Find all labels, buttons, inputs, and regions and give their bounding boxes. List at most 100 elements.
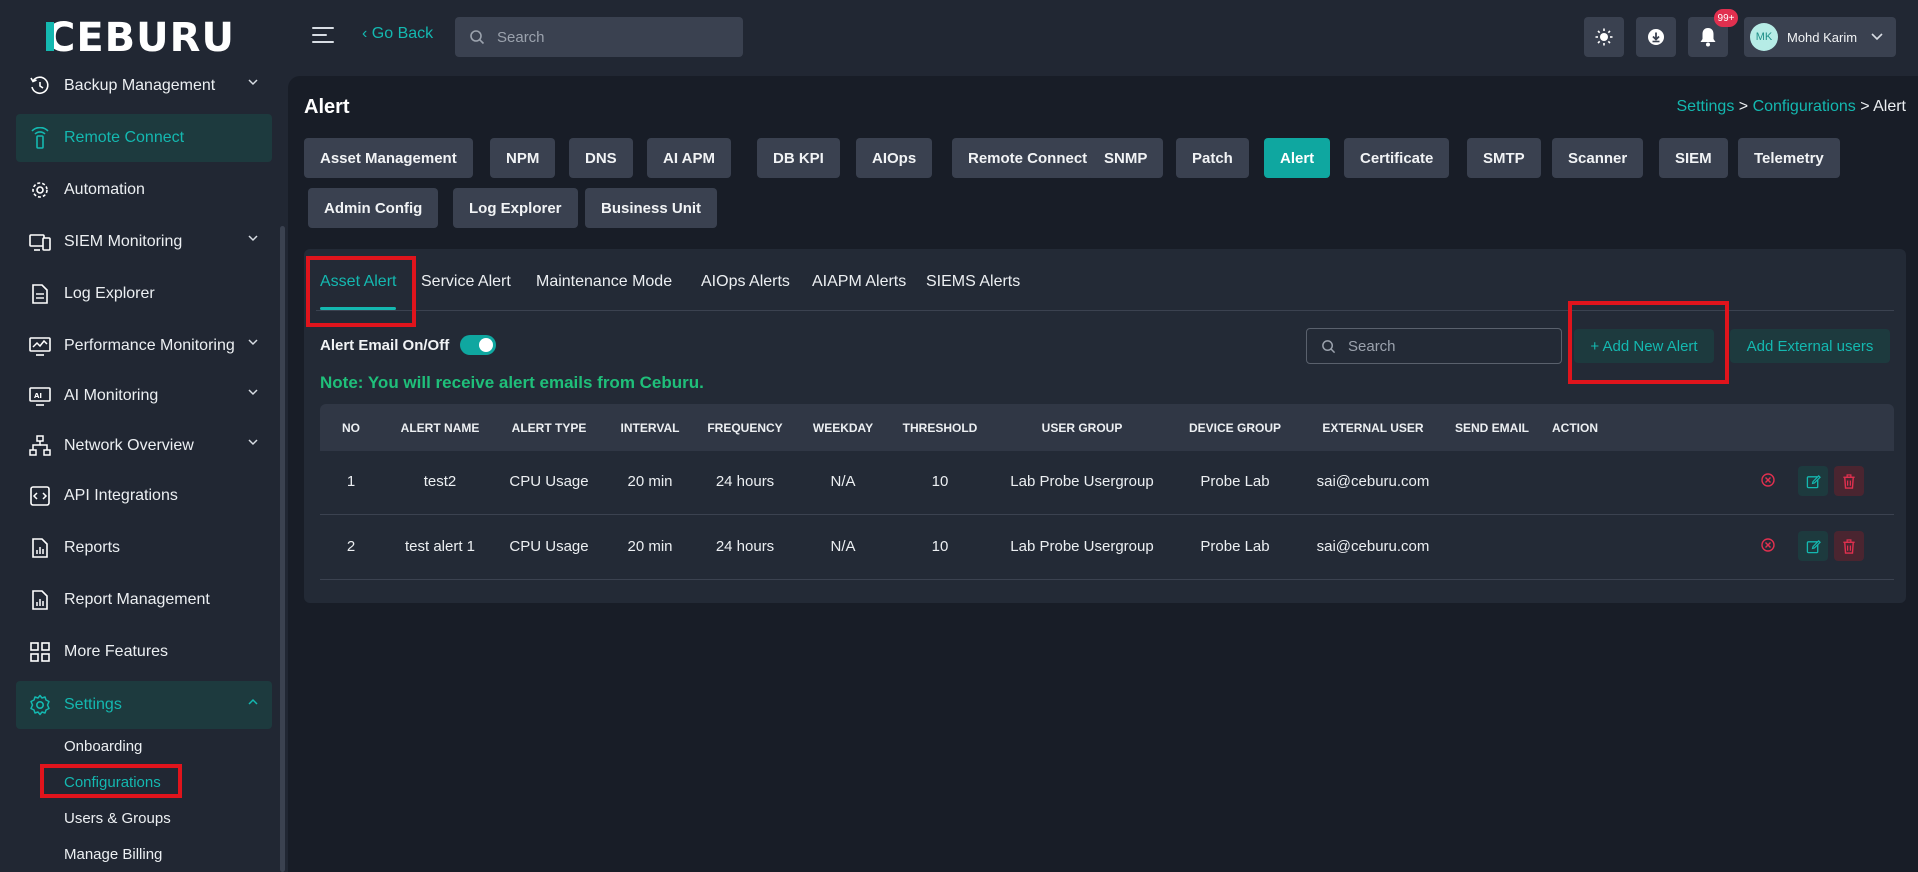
delete-button[interactable] — [1834, 466, 1864, 496]
cell-user-group: Lab Probe Usergroup — [1010, 473, 1154, 490]
table-row: 1 test2 CPU Usage 20 min 24 hours N/A 10… — [320, 451, 1894, 515]
backup-icon — [28, 74, 52, 98]
sidebar-item-label: Report Management — [64, 591, 210, 608]
tab-maintenance-mode[interactable]: Maintenance Mode — [536, 273, 672, 291]
sidebar-item-automation[interactable]: Automation — [16, 166, 272, 214]
search-icon — [470, 30, 485, 45]
sidebar-item-report-management[interactable]: Report Management — [16, 576, 272, 624]
tab-siem[interactable]: SIEM — [1659, 138, 1728, 178]
alert-email-toggle[interactable] — [460, 335, 496, 355]
menu-toggle-icon[interactable] — [312, 27, 334, 47]
cell-threshold: 10 — [931, 538, 949, 555]
report-icon — [28, 536, 52, 560]
avatar: MK — [1750, 23, 1778, 51]
sidebar-item-network-overview[interactable]: Network Overview — [16, 422, 272, 470]
delete-button[interactable] — [1834, 531, 1864, 561]
col-interval: INTERVAL — [620, 421, 680, 435]
sidebar-item-reports[interactable]: Reports — [16, 524, 272, 572]
sidebar-item-label: SIEM Monitoring — [64, 233, 183, 250]
tab-business-unit[interactable]: Business Unit — [585, 188, 718, 228]
grid-icon — [28, 640, 52, 664]
user-menu[interactable]: MK Mohd Karim — [1744, 17, 1896, 57]
tab-scanner[interactable]: Scanner — [1552, 138, 1644, 178]
cell-device-group: Probe Lab — [1200, 538, 1270, 555]
download-icon — [1648, 29, 1664, 45]
trash-icon — [1843, 538, 1855, 554]
tab-patch[interactable]: Patch — [1176, 138, 1249, 178]
sidebar-item-label: Network Overview — [64, 437, 194, 454]
tab-ai-apm[interactable]: AI APM — [647, 138, 731, 178]
user-name: Mohd Karim — [1787, 29, 1858, 45]
tab-asset-alert[interactable]: Asset Alert — [320, 273, 396, 291]
go-back-link[interactable]: ‹ Go Back — [362, 25, 433, 43]
alert-search-input[interactable]: Search — [1306, 328, 1562, 364]
tab-aiops[interactable]: AIOps — [856, 138, 933, 178]
col-frequency: FREQUENCY — [707, 421, 783, 435]
cell-alert-type: CPU Usage — [509, 538, 589, 555]
chevron-down-icon — [248, 389, 258, 396]
global-search-input[interactable]: Search — [455, 17, 743, 57]
tab-admin-config[interactable]: Admin Config — [308, 188, 439, 228]
sidebar-item-label: Backup Management — [64, 77, 216, 94]
sidebar-item-performance-monitoring[interactable]: Performance Monitoring — [16, 322, 272, 370]
tab-log-explorer[interactable]: Log Explorer — [453, 188, 578, 228]
breadcrumb-configurations[interactable]: Configurations — [1753, 98, 1856, 115]
cell-interval: 20 min — [627, 538, 673, 555]
active-tab-indicator — [320, 307, 396, 310]
tab-service-alert[interactable]: Service Alert — [421, 273, 511, 291]
sidebar-item-label: Automation — [64, 181, 145, 198]
col-device-group: DEVICE GROUP — [1188, 421, 1282, 435]
download-button[interactable] — [1636, 17, 1676, 57]
sidebar-item-remote-connect[interactable]: Remote Connect — [16, 114, 272, 162]
tab-npm[interactable]: NPM — [490, 138, 556, 178]
cell-frequency: 24 hours — [715, 538, 775, 555]
page-title: Alert — [304, 96, 350, 118]
tab-aiops-alerts[interactable]: AIOps Alerts — [701, 273, 790, 291]
tab-asset-management[interactable]: Asset Management — [304, 138, 473, 178]
sidebar-subitem-manage-billing[interactable]: Manage Billing — [64, 846, 162, 863]
tab-dns[interactable]: DNS — [569, 138, 633, 178]
chevron-down-icon — [248, 339, 258, 346]
ai-icon: AI — [28, 384, 52, 408]
tab-aiapm-alerts[interactable]: AIAPM Alerts — [812, 273, 906, 291]
add-new-alert-button[interactable]: + Add New Alert — [1574, 329, 1714, 363]
breadcrumb-settings[interactable]: Settings — [1677, 98, 1735, 115]
ceburu-logo[interactable]: CEBURU — [46, 16, 241, 56]
tab-db-kpi[interactable]: DB KPI — [757, 138, 840, 178]
sidebar-item-settings[interactable]: Settings — [16, 681, 272, 729]
tab-siems-alerts[interactable]: SIEMS Alerts — [926, 273, 1020, 291]
close-circle-icon — [1761, 538, 1775, 552]
alert-email-label: Alert Email On/Off — [320, 337, 450, 354]
automation-icon — [28, 178, 52, 202]
siem-icon — [28, 230, 52, 254]
sidebar-item-backup-management[interactable]: Backup Management — [16, 62, 272, 110]
tab-certificate[interactable]: Certificate — [1344, 138, 1450, 178]
theme-toggle-button[interactable] — [1584, 17, 1624, 57]
alert-note: Note: You will receive alert emails from… — [320, 373, 704, 392]
sidebar-item-api-integrations[interactable]: API Integrations — [16, 472, 272, 520]
cell-weekday: N/A — [830, 538, 856, 555]
sidebar-item-label: AI Monitoring — [64, 387, 159, 404]
tab-telemetry[interactable]: Telemetry — [1738, 138, 1840, 178]
col-alert-name: ALERT NAME — [400, 421, 480, 435]
tab-remote-connect[interactable]: Remote Connect — [952, 138, 1104, 178]
sidebar-scrollbar[interactable] — [280, 226, 285, 872]
sidebar-item-log-explorer[interactable]: Log Explorer — [16, 270, 272, 318]
col-weekday: WEEKDAY — [812, 421, 874, 435]
sidebar-item-label: API Integrations — [64, 487, 178, 504]
sidebar-subitem-configurations[interactable]: Configurations — [64, 774, 161, 791]
tab-alert[interactable]: Alert — [1264, 138, 1331, 178]
add-external-users-button[interactable]: Add External users — [1730, 329, 1890, 363]
sidebar-item-siem-monitoring[interactable]: SIEM Monitoring — [16, 218, 272, 266]
edit-button[interactable] — [1798, 531, 1828, 561]
tab-smtp[interactable]: SMTP — [1467, 138, 1541, 178]
search-placeholder: Search — [497, 28, 545, 46]
sidebar-subitem-users-groups[interactable]: Users & Groups — [64, 810, 171, 827]
sidebar-item-ai-monitoring[interactable]: AI AI Monitoring — [16, 372, 272, 420]
sidebar-subitem-onboarding[interactable]: Onboarding — [64, 738, 142, 755]
edit-button[interactable] — [1798, 466, 1828, 496]
sidebar-item-more-features[interactable]: More Features — [16, 628, 272, 676]
cell-frequency: 24 hours — [715, 473, 775, 490]
tab-snmp[interactable]: SNMP — [1088, 138, 1164, 178]
api-icon — [28, 484, 52, 508]
